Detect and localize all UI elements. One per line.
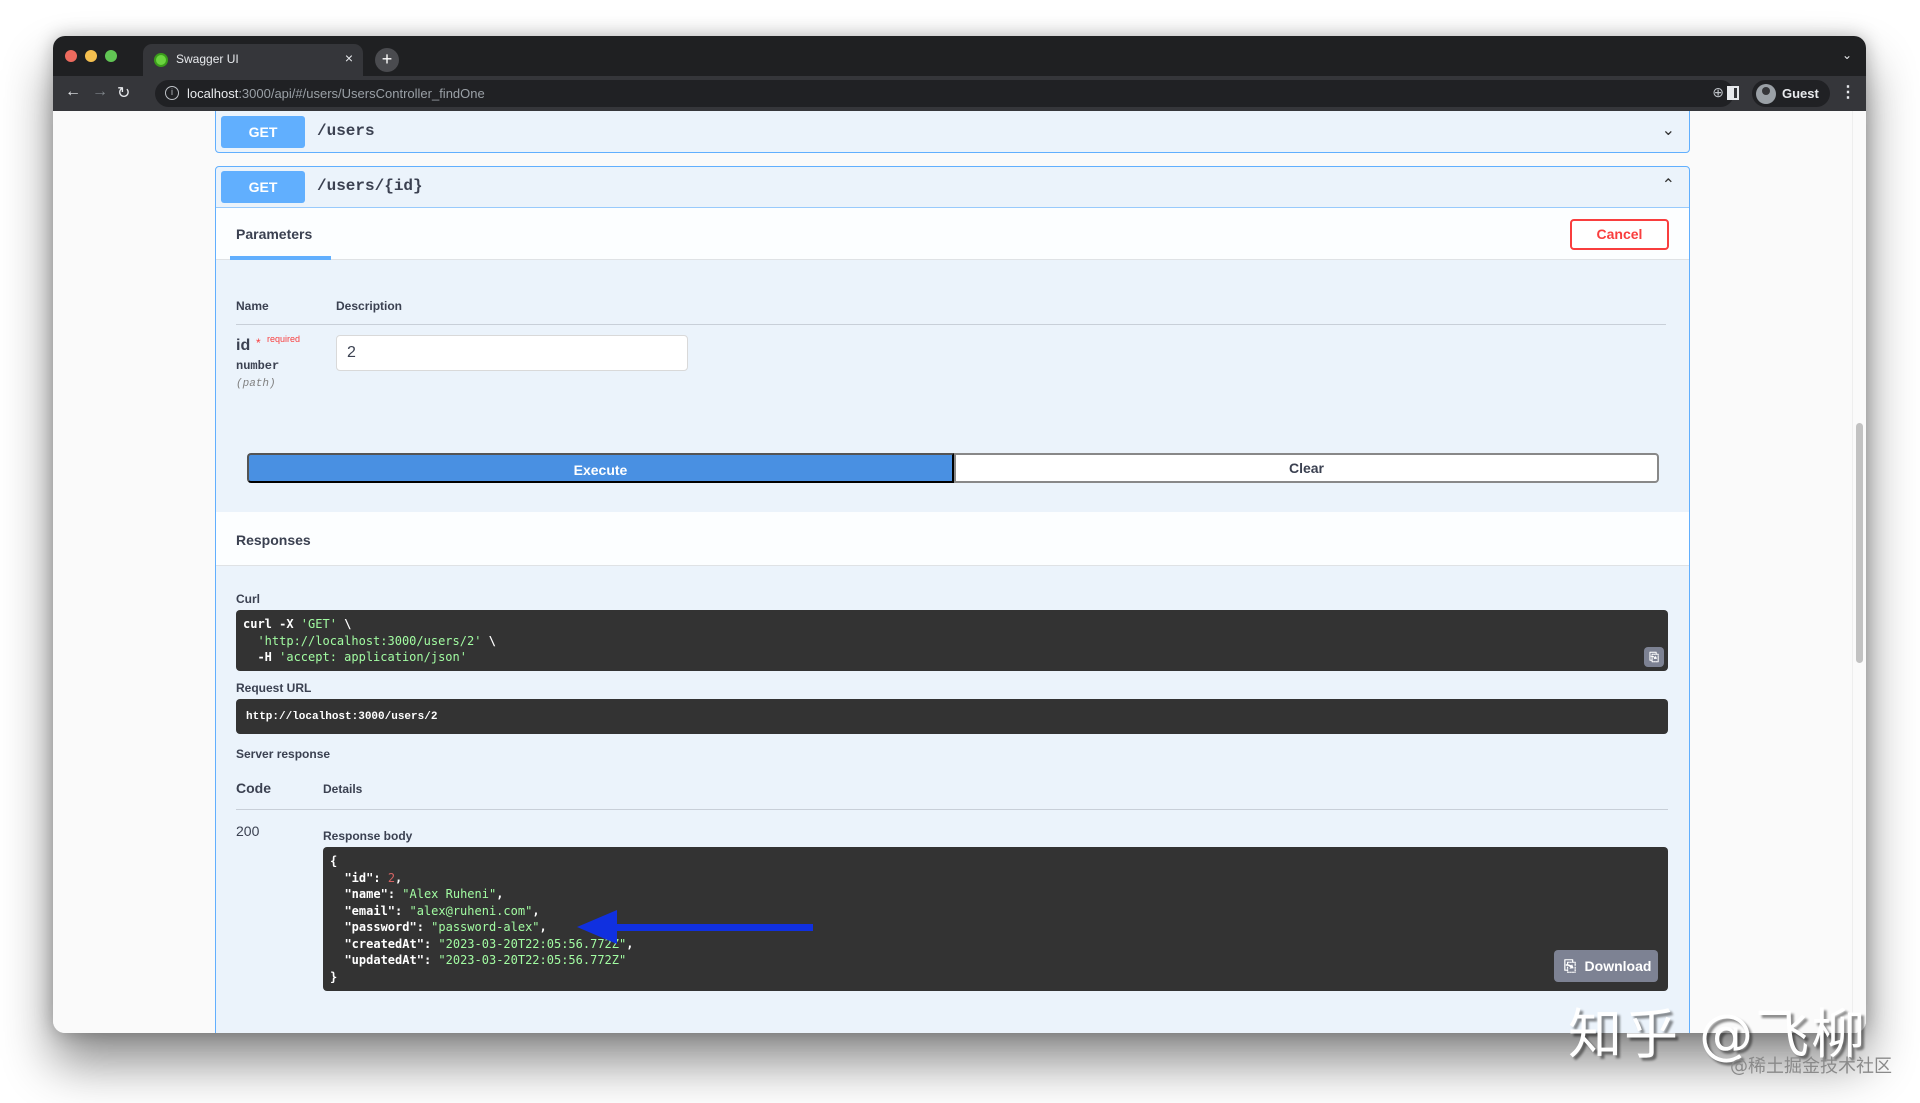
json-value: "Alex Ruheni": [402, 887, 497, 901]
json-key: "name": [344, 887, 388, 901]
site-info-icon[interactable]: i: [165, 86, 179, 100]
tab-close-icon[interactable]: ×: [345, 50, 353, 66]
curl-code-block[interactable]: curl -X 'GET' \ 'http://localhost:3000/u…: [236, 610, 1668, 671]
json-brace: {: [330, 854, 338, 868]
json-line: "createdAt": "2023-03-20T22:05:56.772Z",: [344, 936, 634, 951]
curl-line: curl -X 'GET' \: [243, 617, 352, 631]
json-line: "updatedAt": "2023-03-20T22:05:56.772Z": [344, 953, 627, 967]
param-name: id: [236, 337, 251, 354]
required-label: required: [267, 334, 301, 344]
watermark-source: @稀土掘金技术社区: [1730, 1056, 1892, 1077]
tab-parameters[interactable]: Parameters: [236, 226, 312, 242]
divider: [236, 324, 1666, 325]
param-type: number: [236, 359, 280, 373]
json-line: "password": "password-alex",: [344, 920, 547, 934]
browser-menu-icon[interactable]: ⋮: [1840, 82, 1856, 102]
scrollbar-thumb[interactable]: [1856, 423, 1863, 663]
arrow-shaft: [613, 924, 813, 931]
details-column-header: Details: [323, 782, 363, 796]
url-path: :3000/api/#/users/UsersController_findOn…: [238, 86, 485, 101]
clear-button[interactable]: Clear: [954, 453, 1659, 483]
tab-search-chevron-icon[interactable]: ⌄: [1842, 48, 1852, 62]
json-value: "password-alex": [431, 920, 540, 934]
parameters-header: Parameters Cancel: [216, 208, 1689, 260]
minimize-window-button[interactable]: [85, 50, 97, 62]
close-window-button[interactable]: [65, 50, 77, 62]
browser-window: Swagger UI × + ⌄ ← → ↻ i localhost:3000/…: [53, 36, 1866, 1033]
json-key: "id": [344, 870, 374, 885]
responses-title: Responses: [236, 532, 311, 548]
json-key: "createdAt": [344, 936, 424, 951]
swagger-favicon-icon: [154, 53, 168, 67]
column-header-name: Name: [236, 299, 269, 313]
json-brace: }: [330, 969, 338, 984]
active-tab-indicator: [230, 256, 331, 260]
back-button[interactable]: ←: [65, 83, 81, 101]
method-badge: GET: [221, 171, 305, 203]
cancel-button[interactable]: Cancel: [1570, 219, 1669, 250]
endpoint-path: /users: [317, 122, 375, 140]
download-button[interactable]: Download: [1578, 950, 1658, 982]
forward-button[interactable]: →: [92, 83, 108, 101]
response-body-block[interactable]: { "id": 2, "name": "Alex Ruheni", "email…: [323, 847, 1668, 991]
address-bar[interactable]: i localhost:3000/api/#/users/UsersContro…: [155, 80, 1734, 107]
method-badge: GET: [221, 116, 305, 148]
param-location: (path): [236, 378, 276, 390]
copy-to-clipboard-icon[interactable]: ⎘: [1644, 647, 1664, 667]
status-code: 200: [236, 823, 260, 839]
json-line: "name": "Alex Ruheni",: [344, 887, 504, 901]
execute-wrapper: Execute Clear: [247, 453, 1659, 483]
chevron-down-icon[interactable]: ⌄: [1662, 120, 1675, 140]
code-column-header: Code: [236, 780, 271, 796]
column-header-description: Description: [336, 299, 403, 313]
maximize-window-button[interactable]: [105, 50, 117, 62]
id-input[interactable]: [336, 335, 688, 371]
response-body-label: Response body: [323, 829, 413, 843]
json-key: "updatedAt": [344, 953, 424, 967]
json-fields: "id": 2, "name": "Alex Ruheni", "email":…: [330, 870, 1661, 969]
url-host: localhost: [187, 86, 239, 101]
browser-toolbar: ← → ↻ i localhost:3000/api/#/users/Users…: [53, 76, 1866, 111]
json-key: "password": [344, 920, 417, 934]
json-value: "2023-03-20T22:05:56.772Z": [438, 953, 627, 967]
chevron-up-icon[interactable]: ⌃: [1662, 175, 1675, 195]
annotation-arrow-icon: [577, 910, 813, 944]
json-line: "email": "alex@ruheni.com",: [344, 903, 540, 918]
avatar-icon: [1756, 84, 1776, 104]
curl-line: 'http://localhost:3000/users/2' \: [257, 633, 496, 648]
opblock-get-user-by-id: GET /users/{id} ⌃ Parameters Cancel Name…: [215, 166, 1690, 1033]
profile-button[interactable]: Guest: [1752, 80, 1830, 107]
execute-button[interactable]: Execute: [247, 453, 954, 483]
curl-line: -H 'accept: application/json': [243, 650, 467, 664]
json-key: "email": [344, 903, 396, 918]
reload-button[interactable]: ↻: [117, 83, 130, 103]
zoom-icon[interactable]: ⊕: [1712, 84, 1724, 101]
opblock-get-users[interactable]: GET /users ⌄: [215, 111, 1690, 153]
request-url-label: Request URL: [236, 681, 312, 695]
scrollbar[interactable]: [1852, 111, 1866, 1033]
url-text[interactable]: localhost:3000/api/#/users/UsersControll…: [187, 86, 485, 101]
endpoint-path: /users/{id}: [317, 177, 423, 195]
responses-header: Responses: [216, 512, 1689, 566]
divider: [236, 809, 1668, 810]
profile-name: Guest: [1782, 86, 1819, 101]
tab-title: Swagger UI: [176, 52, 239, 66]
browser-tab[interactable]: Swagger UI ×: [143, 44, 363, 76]
new-tab-button[interactable]: +: [375, 48, 399, 72]
request-url-block: http://localhost:3000/users/2: [236, 699, 1668, 734]
curl-label: Curl: [236, 592, 260, 606]
tab-bar: Swagger UI × + ⌄: [53, 36, 1866, 76]
json-value: "alex@ruheni.com": [409, 903, 533, 918]
json-value: 2: [387, 870, 396, 885]
json-line: "id": 2,: [344, 870, 403, 885]
side-panel-icon[interactable]: [1727, 86, 1739, 100]
arrow-head: [577, 910, 617, 944]
required-star: *: [256, 336, 261, 350]
server-response-label: Server response: [236, 747, 331, 761]
page-content: GET /users ⌄ GET /users/{id} ⌃ Parameter…: [53, 111, 1866, 1033]
